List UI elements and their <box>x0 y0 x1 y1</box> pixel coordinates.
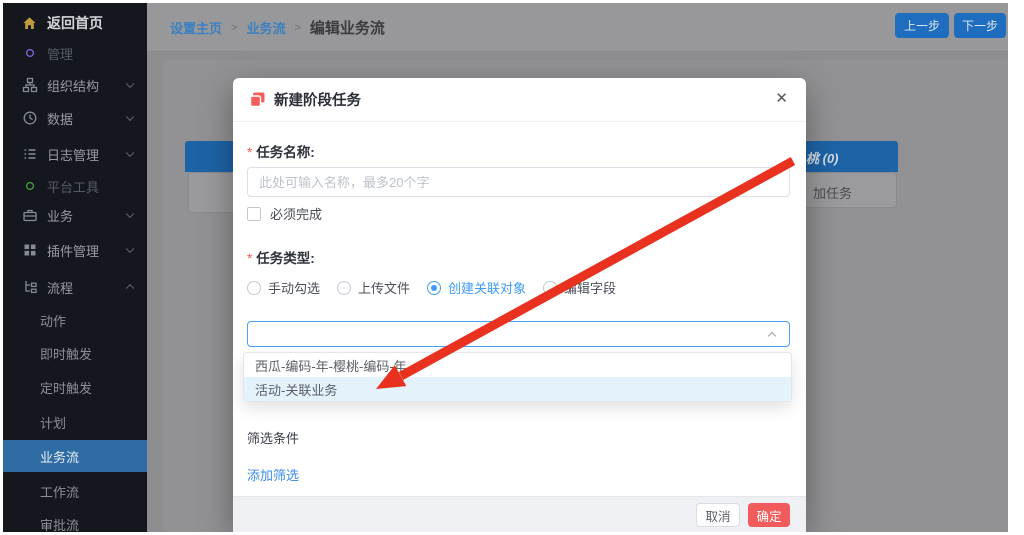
topbar: 设置主页 > 业务流 > 编辑业务流 上一步 下一步 <box>147 3 1008 52</box>
sidebar-item-label: 业务 <box>47 206 73 225</box>
chevron-down-icon <box>126 245 134 253</box>
required-mark: * <box>247 145 252 160</box>
sidebar-subitem-business-flow[interactable]: 业务流 <box>3 444 147 468</box>
sidebar-subitem-timed-trigger[interactable]: 定时触发 <box>3 375 147 399</box>
subitem-label: 定时触发 <box>40 378 92 397</box>
filter-conditions-label: 筛选条件 <box>247 428 299 447</box>
sidebar-group-manage[interactable]: 管理 <box>3 41 147 65</box>
sidebar-item-flow[interactable]: 流程 <box>3 275 147 299</box>
org-chart-icon <box>22 77 38 93</box>
breadcrumb-separator: > <box>294 22 300 34</box>
select-dropdown-panel: 西瓜-编码-年-樱桃-编码-年 活动-关联业务 <box>243 352 792 402</box>
must-complete-checkbox-row[interactable]: 必须完成 <box>247 204 322 223</box>
breadcrumb-separator: > <box>231 22 237 34</box>
chevron-down-icon <box>126 113 134 121</box>
circle-purple-icon <box>22 45 38 61</box>
sidebar-subitem-action[interactable]: 动作 <box>3 308 147 332</box>
sidebar-item-label: 日志管理 <box>47 145 99 164</box>
subitem-label: 审批流 <box>40 515 79 533</box>
sidebar-item-label: 数据 <box>47 109 73 128</box>
sidebar-subitem-instant-trigger[interactable]: 即时触发 <box>3 341 147 365</box>
add-filter-link[interactable]: 添加筛选 <box>247 465 299 484</box>
radio-label: 创建关联对象 <box>448 278 526 297</box>
sidebar-subitem-workflow[interactable]: 工作流 <box>3 479 147 503</box>
sidebar-subitem-plan[interactable]: 计划 <box>3 410 147 434</box>
cancel-button[interactable]: 取消 <box>696 503 740 527</box>
chevron-down-icon <box>126 149 134 157</box>
chevron-down-icon <box>126 210 134 218</box>
sidebar-item-label: 组织结构 <box>47 76 99 95</box>
sidebar-group-platform-tools[interactable]: 平台工具 <box>3 174 147 198</box>
modal-footer: 取消 确定 <box>233 496 806 532</box>
radio-upload-file[interactable]: 上传文件 <box>337 278 410 297</box>
new-stage-task-modal: 新建阶段任务 ✕ * 任务名称: 必须完成 * 任务类型: 手动勾选 上传文件 创建… <box>233 78 806 532</box>
confirm-button[interactable]: 确定 <box>748 503 790 527</box>
radio-edit-field[interactable]: 编辑字段 <box>543 278 616 297</box>
sidebar-item-log-manage[interactable]: 日志管理 <box>3 142 147 166</box>
circle-green-icon <box>22 178 38 194</box>
radio-icon <box>247 281 261 295</box>
radio-manual-check[interactable]: 手动勾选 <box>247 278 320 297</box>
sidebar-home-link[interactable]: 返回首页 <box>3 11 147 35</box>
sidebar-item-org-structure[interactable]: 组织结构 <box>3 73 147 97</box>
sidebar-item-data[interactable]: 数据 <box>3 106 147 130</box>
radio-label: 上传文件 <box>358 278 410 297</box>
chevron-down-icon <box>126 80 134 88</box>
task-type-label-text: 任务类型: <box>256 251 315 266</box>
radio-create-related-object[interactable]: 创建关联对象 <box>427 278 526 297</box>
chevron-up-icon <box>768 332 776 340</box>
task-stack-icon <box>250 92 265 107</box>
subitem-label: 工作流 <box>40 482 79 501</box>
sidebar-item-plugin-manage[interactable]: 插件管理 <box>3 238 147 262</box>
subitem-label: 业务流 <box>40 447 79 466</box>
chevron-up-icon <box>126 284 134 292</box>
modal-title: 新建阶段任务 <box>274 89 361 110</box>
briefcase-icon <box>22 207 38 223</box>
radio-label: 编辑字段 <box>564 278 616 297</box>
task-name-input[interactable] <box>247 167 790 197</box>
sidebar-item-label: 平台工具 <box>47 177 99 196</box>
subitem-label: 计划 <box>40 413 66 432</box>
dropdown-option-watermelon[interactable]: 西瓜-编码-年-樱桃-编码-年 <box>244 353 791 377</box>
add-task-label: 加任务 <box>813 183 852 202</box>
related-object-select[interactable] <box>247 321 790 347</box>
subitem-label: 动作 <box>40 311 66 330</box>
must-complete-label: 必须完成 <box>270 204 322 223</box>
flow-tree-icon <box>22 279 38 295</box>
modal-header: 新建阶段任务 ✕ <box>233 78 806 122</box>
task-name-label: * 任务名称: <box>247 141 315 161</box>
radio-label: 手动勾选 <box>268 278 320 297</box>
required-mark: * <box>247 251 252 266</box>
radio-selected-icon <box>427 281 441 295</box>
dropdown-option-activity-related[interactable]: 活动-关联业务 <box>244 377 791 401</box>
sidebar-subitem-approval-flow[interactable]: 审批流 <box>3 512 147 532</box>
list-icon <box>22 146 38 162</box>
close-icon[interactable]: ✕ <box>775 91 788 106</box>
app-window: 返回首页 管理 组织结构 数据 日志管理 平台工具 业务 <box>3 3 1008 532</box>
sidebar-item-label: 插件管理 <box>47 241 99 260</box>
next-step-button[interactable]: 下一步 <box>954 13 1006 38</box>
sidebar: 返回首页 管理 组织结构 数据 日志管理 平台工具 业务 <box>3 3 147 532</box>
sidebar-item-label: 流程 <box>47 278 73 297</box>
task-name-label-text: 任务名称: <box>256 145 315 160</box>
grid-icon <box>22 242 38 258</box>
background-tab-label: 桃 (0) <box>806 148 839 167</box>
task-type-radio-group: 手动勾选 上传文件 创建关联对象 编辑字段 <box>247 278 616 297</box>
breadcrumb-current-page: 编辑业务流 <box>310 17 385 38</box>
subitem-label: 即时触发 <box>40 344 92 363</box>
prev-step-button[interactable]: 上一步 <box>895 13 949 38</box>
sidebar-home-label: 返回首页 <box>47 13 103 33</box>
radio-icon <box>543 281 557 295</box>
radio-icon <box>337 281 351 295</box>
checkbox-unchecked-icon[interactable] <box>247 207 261 221</box>
breadcrumb-business-flow-link[interactable]: 业务流 <box>246 18 285 37</box>
home-icon <box>22 16 37 31</box>
breadcrumb-home-link[interactable]: 设置主页 <box>170 18 222 37</box>
sidebar-item-label: 管理 <box>47 44 73 63</box>
sidebar-item-business[interactable]: 业务 <box>3 203 147 227</box>
task-type-label: * 任务类型: <box>247 247 315 267</box>
breadcrumb: 设置主页 > 业务流 > 编辑业务流 <box>170 17 385 38</box>
clock-icon <box>22 110 38 126</box>
